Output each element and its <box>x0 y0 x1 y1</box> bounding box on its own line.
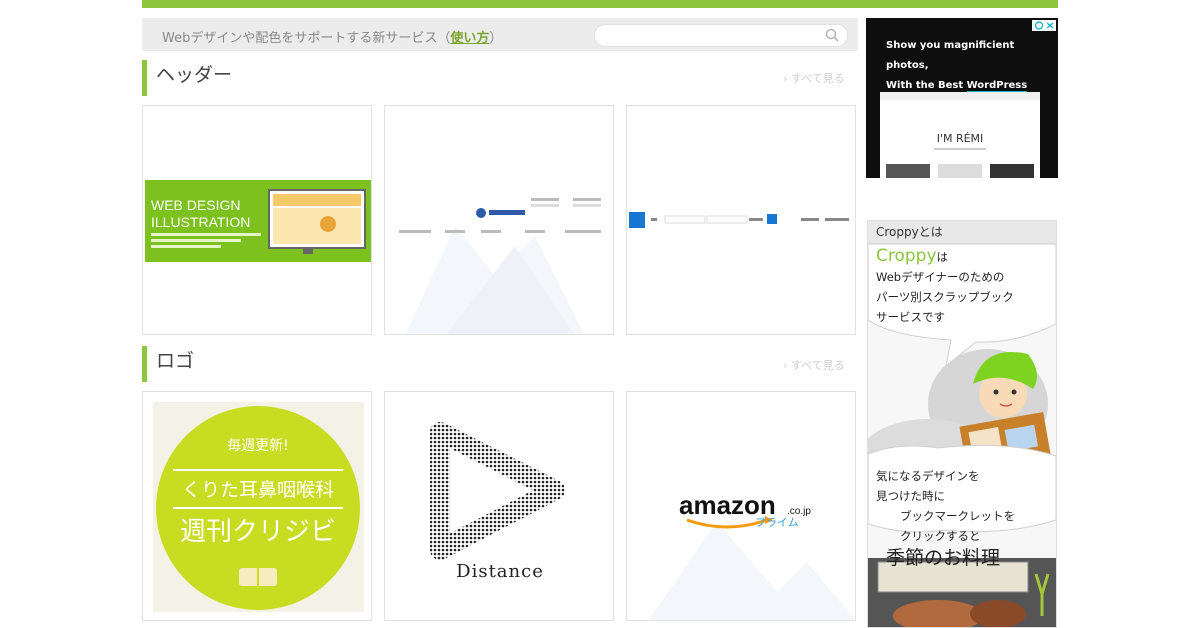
logo-line-1: 毎週更新! <box>227 438 289 454</box>
distance-logo-thumbnail: Distance <box>430 422 565 582</box>
logo-line-3: 週刊クリジビ <box>180 517 336 547</box>
section-title-logo: ロゴ <box>142 346 194 382</box>
logo-card-3[interactable]: amazon .co.jp プライム <box>626 391 856 621</box>
croppy-sample-label: 季節のお料理 <box>886 547 1001 569</box>
info-bar: Webデザインや配色をサポートする新サービス（使い方） <box>142 18 858 51</box>
croppy-about-header: Croppyとは <box>868 221 1056 244</box>
top-accent-bar <box>142 0 1058 8</box>
logo-card-2[interactable]: Distance <box>384 391 614 621</box>
croppy-bubble-line-3: ブックマークレットを <box>900 509 1015 523</box>
blue-search-header-thumbnail <box>629 212 849 228</box>
see-all-logo-link[interactable]: › すべて見る <box>783 357 845 373</box>
distance-logo-text: Distance <box>456 561 544 582</box>
thumb-title-1: WEB DESIGN <box>151 197 240 213</box>
how-to-use-link[interactable]: 使い方 <box>450 31 489 46</box>
logo-line-2: くりた耳鼻咽喉科 <box>182 479 334 501</box>
croppy-line-2: Webデザイナーのための <box>876 270 1005 284</box>
croppy-brand: Croppy <box>876 246 937 266</box>
croppy-bubble-line-2: 見つけた時に <box>876 489 945 503</box>
croppy-line-3: パーツ別スクラップブック <box>876 290 1014 304</box>
see-all-header-link[interactable]: › すべて見る <box>783 70 845 86</box>
kurita-logo-thumbnail: 毎週更新! くりた耳鼻咽喉科 週刊クリジビ <box>153 402 364 612</box>
ad-choices-icon[interactable] <box>1032 20 1056 31</box>
search-input[interactable] <box>605 27 809 44</box>
header-card-1[interactable]: WEB DESIGN ILLUSTRATION <box>142 105 372 335</box>
header-card-2[interactable] <box>384 105 614 335</box>
web-design-illustration-thumbnail: WEB DESIGN ILLUSTRATION <box>145 180 371 262</box>
thumb-title-2: ILLUSTRATION <box>151 214 250 230</box>
logo-card-1[interactable]: 毎週更新! くりた耳鼻咽喉科 週刊クリジビ <box>142 391 372 621</box>
search-box[interactable] <box>594 24 848 47</box>
amazon-prime-label: プライム <box>755 516 799 529</box>
croppy-promo-illustration: Croppyは Webデザイナーのための パーツ別スクラップブック サービスです… <box>868 244 1056 627</box>
croppy-about-panel[interactable]: Croppyとは Croppyは Webデザイナーのための パーツ別スクラップブ… <box>867 220 1057 628</box>
amazon-prime-logo-thumbnail: amazon .co.jp プライム <box>648 490 855 620</box>
header-card-3[interactable] <box>626 105 856 335</box>
croppy-bubble-line-1: 気になるデザインを <box>876 469 980 483</box>
ad-website-screenshot: I'M RÉMI <box>880 92 1040 178</box>
nav-menu-header-thumbnail <box>399 198 601 334</box>
advertisement-banner[interactable]: Show you magnificient photos, With the B… <box>866 18 1058 178</box>
croppy-line-4: サービスです <box>876 310 945 324</box>
service-intro-text: Webデザインや配色をサポートする新サービス（使い方） <box>162 31 503 46</box>
ad-screenshot-title: I'M RÉMI <box>937 132 984 145</box>
search-icon[interactable] <box>825 28 839 42</box>
section-title-header: ヘッダー <box>142 60 232 96</box>
